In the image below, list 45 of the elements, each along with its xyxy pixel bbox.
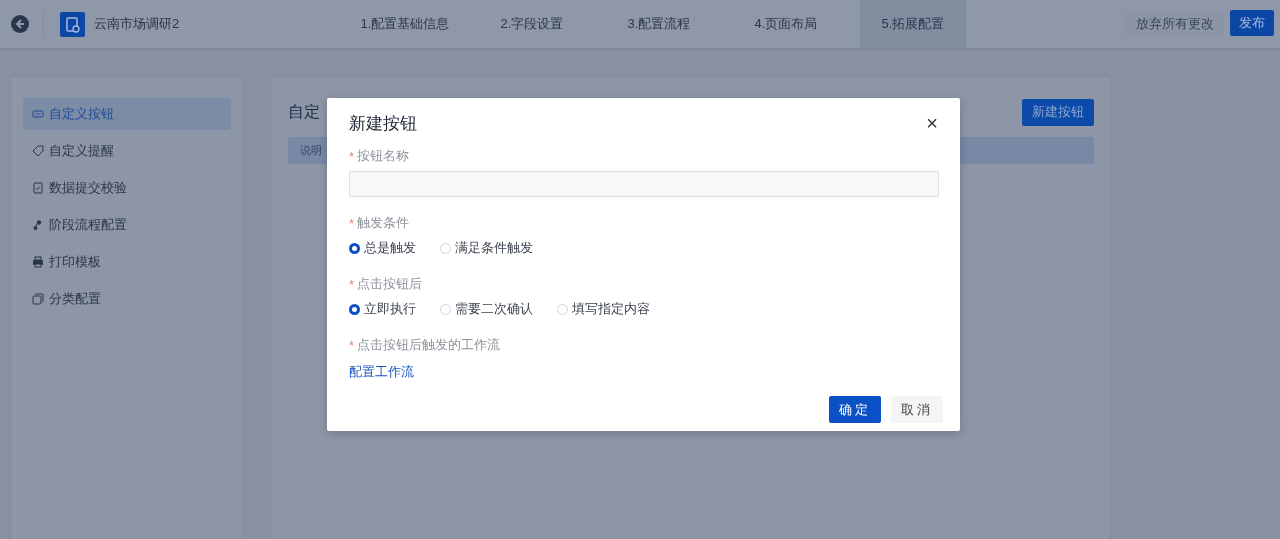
button-icon [32,108,44,120]
sidebar-item[interactable]: 打印模板 [23,246,231,278]
back-icon[interactable] [11,15,29,33]
confirm-button[interactable]: 确定 [829,396,881,423]
required-mark: * [349,276,355,292]
cancel-button[interactable]: 取消 [891,396,943,423]
radio-option[interactable]: 填写指定内容 [557,299,650,319]
radio-button[interactable] [349,303,360,315]
required-mark: * [349,148,355,164]
field-label: 触发条件 [357,214,410,232]
step-tab[interactable]: 5.拓展配置 [860,0,966,48]
step-tab[interactable]: 4.页面布局 [733,0,839,48]
sidebar-item[interactable]: 自定义提醒 [23,135,231,167]
sidebar-item[interactable]: 数据提交校验 [23,172,231,204]
required-mark: * [349,337,355,353]
printer-icon [32,256,44,268]
configure-workflow-link[interactable]: 配置工作流 [349,363,414,381]
app-name: 云南市场调研2 [94,15,181,33]
field-label: 按钮名称 [357,147,410,165]
section-title: 自定 [288,101,320,122]
step-tab[interactable]: 2.字段设置 [479,0,585,48]
required-mark: * [349,215,355,231]
app-logo-icon [60,11,85,37]
document-check-icon [32,182,44,194]
close-button[interactable]: × [924,113,940,133]
radio-button[interactable] [349,242,360,254]
sidebar-item[interactable]: 阶段流程配置 [23,209,231,241]
copy-icon [32,293,44,305]
sidebar-item[interactable]: 自定义按钮 [23,98,231,130]
field-label: 点击按钮后 [357,275,423,293]
new-button[interactable]: 新建按钮 [1022,98,1094,126]
step-tab[interactable]: 1.配置基础信息 [352,0,458,48]
radio-option[interactable]: 总是触发 [349,238,416,258]
publish-button[interactable]: 发布 [1230,10,1274,36]
tag-icon [32,145,44,157]
input-field[interactable] [349,171,939,197]
dialog-title: 新建按钮 [349,112,417,135]
notice-text: 说明 [300,143,322,158]
radio-option[interactable]: 需要二次确认 [440,299,533,319]
radio-option[interactable]: 立即执行 [349,299,416,319]
field-label: 点击按钮后触发的工作流 [357,336,501,354]
radio-option[interactable]: 满足条件触发 [440,238,533,258]
step-tab[interactable]: 3.配置流程 [606,0,712,48]
flow-icon [32,219,44,231]
sidebar-item[interactable]: 分类配置 [23,283,231,315]
